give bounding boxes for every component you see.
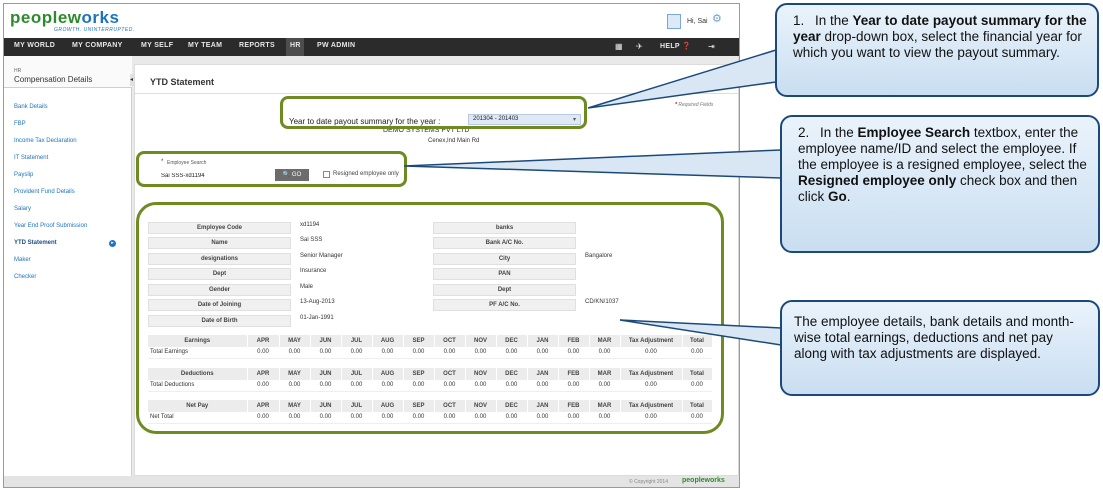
- sidebar-item-it-statement[interactable]: IT Statement: [14, 155, 48, 161]
- callout-number: 1.: [793, 13, 805, 28]
- page-title: YTD Statement: [150, 77, 215, 87]
- sidebar-item-income-tax[interactable]: Income Tax Declaration: [14, 138, 77, 144]
- announce-icon[interactable]: ✈: [636, 42, 643, 51]
- footer-logo: peopleworks: [682, 477, 725, 484]
- help-menu[interactable]: HELP ❓: [660, 42, 691, 50]
- gear-icon[interactable]: ⚙: [712, 12, 722, 25]
- nav-item-my-world[interactable]: MY WORLD: [14, 42, 55, 49]
- nav-item-pw-admin[interactable]: PW ADMIN: [317, 42, 355, 49]
- logo-main-text: peoplew: [10, 8, 82, 27]
- callout-text: drop-down box, select the financial year…: [793, 29, 1082, 60]
- callout-bold-text: Resigned employee only: [798, 173, 957, 188]
- top-bar: peopleworks GROWTH. UNINTERRUPTED. Hi, S…: [4, 4, 739, 38]
- logout-icon[interactable]: ⇥: [708, 42, 715, 51]
- nav-item-my-company[interactable]: MY COMPANY: [72, 42, 123, 49]
- title-divider: [135, 93, 739, 94]
- callout-bold-text: Go: [828, 189, 847, 204]
- sidebar-item-maker[interactable]: Maker: [14, 257, 31, 263]
- avatar[interactable]: [667, 14, 681, 29]
- callout-text: In the: [820, 125, 858, 140]
- callout-text: The employee details, bank details and m…: [794, 314, 1074, 361]
- sidebar-title: Compensation Details: [14, 75, 93, 84]
- sidebar-header: HR Compensation Details: [4, 56, 132, 88]
- sidebar: HR Compensation Details Bank Details FBP…: [4, 56, 132, 476]
- sidebar-item-year-end-proof[interactable]: Year End Proof Submission: [14, 223, 87, 229]
- callout-step-1: 1. In the Year to date payout summary for…: [775, 3, 1099, 97]
- help-icon: ❓: [682, 43, 692, 50]
- sidebar-item-bank-details[interactable]: Bank Details: [14, 104, 48, 110]
- logo-accent-text: orks: [81, 8, 120, 27]
- required-fields-note: * Required Fields: [675, 102, 714, 108]
- company-address: Cenex,Ind Main Rd: [428, 138, 480, 144]
- callout-text: .: [846, 189, 851, 204]
- callout-number: 2.: [798, 125, 810, 140]
- sidebar-module: HR: [14, 68, 22, 74]
- user-greeting[interactable]: Hi, Sai: [687, 18, 708, 25]
- footer: © Copyright 2014 peopleworks: [4, 476, 739, 487]
- page-scrollbar[interactable]: [738, 56, 739, 476]
- highlight-employee-details: [136, 202, 724, 434]
- sidebar-item-checker[interactable]: Checker: [14, 274, 36, 280]
- active-arrow-icon: ▸: [109, 240, 116, 247]
- peopleworks-logo[interactable]: peopleworks: [10, 8, 119, 28]
- highlight-employee-search: [136, 151, 407, 187]
- callout-text: In the: [815, 13, 853, 28]
- callout-bold-text: Employee Search: [857, 125, 971, 140]
- main-nav: MY WORLD MY COMPANY MY SELF MY TEAM REPO…: [4, 38, 739, 56]
- sidebar-item-fbp[interactable]: FBP: [14, 121, 26, 127]
- nav-item-my-team[interactable]: MY TEAM: [188, 42, 222, 49]
- nav-item-my-self[interactable]: MY SELF: [141, 42, 173, 49]
- required-note-text: Required Fields: [678, 102, 714, 108]
- nav-item-hr[interactable]: HR: [290, 42, 301, 49]
- notes-icon[interactable]: ▦: [615, 42, 623, 51]
- nav-item-reports[interactable]: REPORTS: [239, 42, 275, 49]
- footer-copyright: © Copyright 2014: [629, 479, 668, 485]
- sidebar-item-payslip[interactable]: Payslip: [14, 172, 33, 178]
- help-label: HELP: [660, 43, 680, 50]
- callout-details: The employee details, bank details and m…: [780, 300, 1100, 396]
- logo-tagline: GROWTH. UNINTERRUPTED.: [54, 27, 135, 33]
- callout-step-2: 2. In the Employee Search textbox, enter …: [780, 115, 1100, 253]
- sidebar-item-ytd-statement[interactable]: YTD Statement: [14, 240, 57, 246]
- highlight-ytd-dropdown: [280, 96, 587, 129]
- sidebar-item-provident-fund[interactable]: Provident Fund Details: [14, 189, 75, 195]
- sidebar-item-salary[interactable]: Salary: [14, 206, 31, 212]
